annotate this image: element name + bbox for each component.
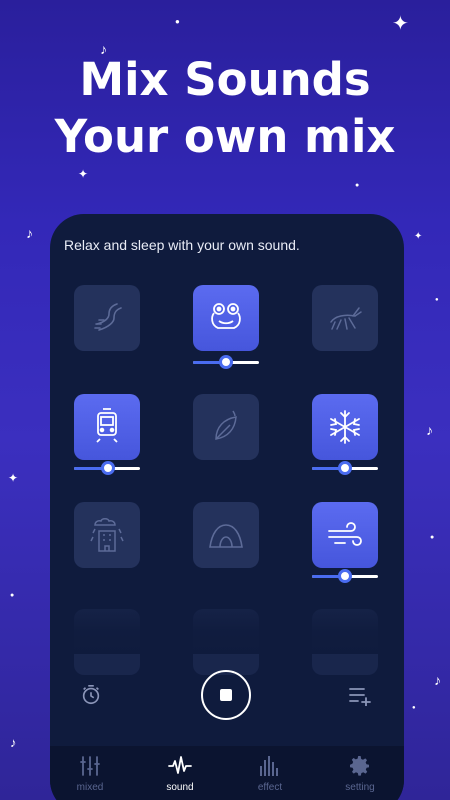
frog-volume-slider[interactable] bbox=[193, 355, 259, 369]
subtitle: Relax and sleep with your own sound. bbox=[64, 237, 300, 253]
music-note-icon: ♪ bbox=[434, 672, 441, 688]
waveform-icon bbox=[168, 756, 192, 774]
sound-tile-river[interactable] bbox=[74, 285, 140, 351]
timer-icon[interactable] bbox=[80, 684, 102, 706]
frog-icon bbox=[211, 303, 241, 329]
stop-button[interactable] bbox=[201, 670, 251, 720]
sliders-icon bbox=[80, 756, 100, 776]
snowflake-icon bbox=[330, 410, 360, 444]
sparkle-icon: ● bbox=[175, 17, 180, 26]
nav-effect-label: effect bbox=[257, 782, 283, 793]
sparkle-icon: ● bbox=[355, 182, 360, 189]
sound-tile-wind[interactable] bbox=[312, 502, 378, 568]
sparkle-icon: ● bbox=[435, 297, 439, 303]
sound-tile-grasshopper[interactable] bbox=[312, 285, 378, 351]
train-volume-slider[interactable] bbox=[74, 461, 140, 475]
sparkle-icon: ● bbox=[430, 534, 435, 541]
nav-mixed-label: mixed bbox=[76, 782, 104, 793]
scroll-fade bbox=[50, 594, 404, 654]
headline-line1: Mix Sounds bbox=[79, 53, 371, 106]
sound-tile-train[interactable] bbox=[74, 394, 140, 460]
wind-icon bbox=[328, 522, 362, 546]
sound-tile-frog[interactable] bbox=[193, 285, 259, 351]
sound-tile-snowflake[interactable] bbox=[312, 394, 378, 460]
headline-line2: Your own mix bbox=[54, 110, 396, 163]
train-icon bbox=[96, 408, 118, 443]
nav-setting-label: setting bbox=[345, 782, 375, 793]
city-rain-icon bbox=[90, 518, 124, 552]
music-note-icon: ♪ bbox=[26, 225, 33, 241]
bottom-nav: mixed sound effect setting bbox=[50, 746, 404, 800]
nav-setting[interactable]: setting bbox=[330, 754, 390, 793]
snowflake-volume-slider[interactable] bbox=[312, 461, 378, 475]
playlist-add-icon[interactable] bbox=[348, 684, 372, 706]
sparkle-icon: ● bbox=[10, 592, 15, 599]
sparkle-icon: ✦ bbox=[8, 471, 19, 485]
sound-tile-city-rain[interactable] bbox=[74, 502, 140, 568]
stop-icon bbox=[220, 689, 232, 701]
nav-sound-label: sound bbox=[166, 782, 194, 793]
grasshopper-icon bbox=[330, 307, 362, 330]
music-note-icon: ♪ bbox=[426, 422, 433, 438]
wind-volume-slider[interactable] bbox=[312, 569, 378, 583]
nav-mixed[interactable]: mixed bbox=[60, 754, 120, 793]
sound-tile-cave[interactable] bbox=[193, 502, 259, 568]
river-icon bbox=[94, 303, 122, 331]
nav-sound[interactable]: sound bbox=[150, 754, 210, 793]
sparkle-icon: ● bbox=[412, 705, 416, 711]
sparkle-icon: ✦ bbox=[414, 231, 423, 242]
music-note-icon: ♪ bbox=[10, 735, 17, 750]
sound-tile-leaf[interactable] bbox=[193, 394, 259, 460]
nav-effect[interactable]: effect bbox=[240, 754, 300, 793]
equalizer-icon bbox=[260, 756, 278, 776]
leaf-icon bbox=[215, 410, 237, 440]
sparkle-icon: ✦ bbox=[78, 167, 89, 181]
sparkle-icon: ✦ bbox=[392, 13, 409, 35]
cave-icon bbox=[209, 524, 243, 548]
app-screen: Relax and sleep with your own sound. mix… bbox=[50, 214, 404, 800]
gear-icon bbox=[350, 756, 370, 776]
